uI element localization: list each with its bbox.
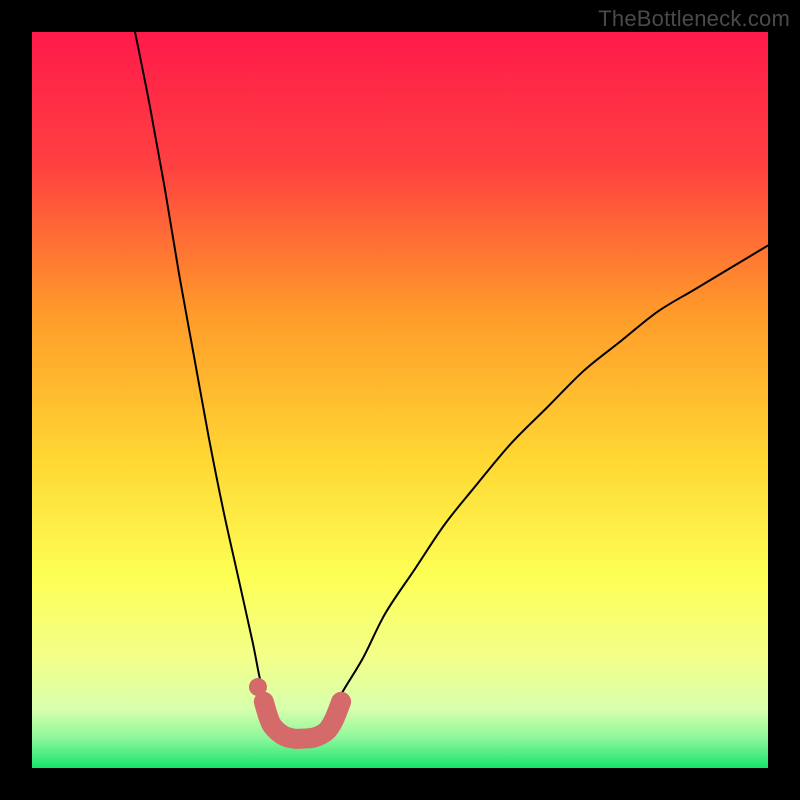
bottleneck-chart (32, 32, 768, 768)
watermark-text: TheBottleneck.com (598, 6, 790, 32)
plot-area (32, 32, 768, 768)
valley-marker-dot (249, 678, 267, 696)
gradient-background (32, 32, 768, 768)
chart-frame: TheBottleneck.com (0, 0, 800, 800)
